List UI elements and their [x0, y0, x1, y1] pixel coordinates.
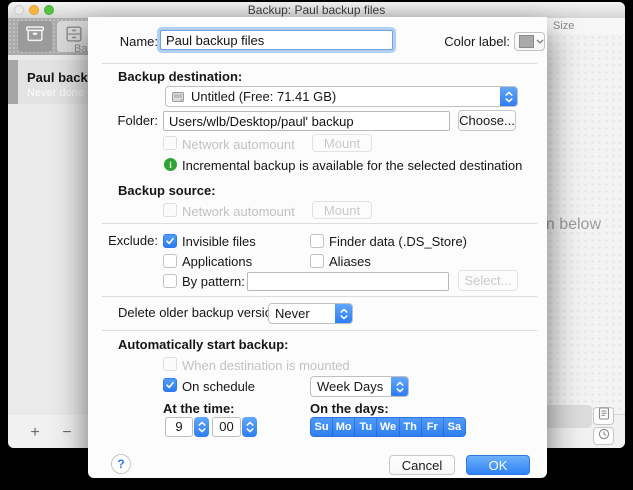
on-schedule-label: On schedule — [182, 379, 255, 394]
when-mounted-label: When destination is mounted — [182, 358, 350, 373]
backup-settings-dialog: Name: Color label: Backup destination: U… — [88, 17, 547, 478]
info-icon: i — [164, 158, 177, 171]
color-label-dropdown[interactable] — [514, 32, 545, 51]
updown-arrows-icon — [391, 377, 408, 396]
schedule-value: Week Days — [311, 379, 391, 394]
check-icon — [165, 380, 175, 390]
day-friday[interactable]: Fr — [422, 418, 444, 436]
days-label: On the days: — [310, 401, 389, 416]
exclude-invisible-label: Invisible files — [182, 234, 256, 249]
exclude-label: Exclude: — [88, 233, 158, 248]
name-label: Name: — [88, 34, 158, 49]
updown-arrows-icon — [335, 304, 352, 323]
destination-label: Backup destination: — [118, 69, 242, 84]
exclude-finder-data-label: Finder data (.DS_Store) — [329, 234, 467, 249]
incremental-info-text: Incremental backup is available for the … — [182, 158, 522, 173]
help-button[interactable]: ? — [111, 454, 131, 474]
backup-item-status: Never done — [27, 87, 92, 99]
check-icon — [165, 236, 175, 246]
network-automount-destination-label: Network automount — [182, 137, 295, 152]
mount-destination-button[interactable]: Mount — [312, 134, 372, 152]
select-pattern-button[interactable]: Select... — [458, 270, 518, 291]
delete-versions-select[interactable]: Never — [268, 303, 353, 324]
mount-source-button[interactable]: Mount — [312, 201, 372, 219]
network-automount-source-label: Network automount — [182, 204, 295, 219]
updown-arrows-icon — [500, 87, 517, 106]
remove-button[interactable]: − — [56, 424, 78, 442]
choose-button[interactable]: Choose... — [458, 110, 516, 131]
left-toolbar: Ba — [8, 18, 92, 55]
destination-value: Untitled (Free: 71.41 GB) — [185, 89, 500, 104]
backup-list-item[interactable]: Paul backup files Never done — [8, 60, 92, 104]
exclude-aliases-label: Aliases — [329, 254, 371, 269]
minute-field[interactable]: 00 — [212, 417, 241, 437]
exclude-by-pattern-label: By pattern: — [182, 274, 245, 289]
folder-input[interactable] — [163, 111, 450, 131]
when-mounted-checkbox[interactable] — [163, 357, 177, 371]
day-saturday[interactable]: Sa — [444, 418, 465, 436]
network-automount-source-checkbox[interactable] — [163, 203, 177, 217]
schedule-history-button[interactable] — [593, 427, 614, 445]
hour-field[interactable]: 9 — [165, 417, 193, 437]
backup-item-name: Paul backup files — [27, 70, 92, 85]
destination-select[interactable]: Untitled (Free: 71.41 GB) — [165, 86, 518, 107]
days-segmented-control: Su Mo Tu We Th Fr Sa — [310, 417, 466, 437]
day-thursday[interactable]: Th — [400, 418, 422, 436]
network-automount-destination-checkbox[interactable] — [163, 136, 177, 150]
day-tuesday[interactable]: Tu — [355, 418, 377, 436]
exclude-applications-label: Applications — [182, 254, 252, 269]
separator — [102, 223, 537, 224]
day-sunday[interactable]: Su — [311, 418, 333, 436]
auto-start-label: Automatically start backup: — [118, 337, 289, 352]
window-title: Backup: Paul backup files — [8, 3, 625, 17]
hour-stepper[interactable] — [194, 417, 209, 437]
ok-button[interactable]: OK — [466, 455, 530, 475]
exclude-finder-data-checkbox[interactable] — [310, 234, 324, 248]
tab-backups[interactable] — [18, 21, 52, 52]
delete-versions-value: Never — [269, 306, 335, 321]
archive-box-icon — [24, 23, 46, 50]
on-schedule-checkbox[interactable] — [163, 378, 177, 392]
disk-icon — [171, 90, 185, 104]
selection-accent — [8, 60, 18, 104]
delete-versions-label: Delete older backup versions: — [118, 305, 289, 320]
separator — [102, 330, 537, 331]
exclude-invisible-checkbox[interactable] — [163, 234, 177, 248]
add-button[interactable]: + — [24, 424, 46, 442]
color-label: Color label: — [418, 34, 510, 49]
pattern-input[interactable] — [247, 272, 449, 291]
separator — [102, 63, 537, 64]
day-wednesday[interactable]: We — [377, 418, 399, 436]
backup-list-sidebar: Paul backup files Never done — [8, 55, 92, 415]
exclude-aliases-checkbox[interactable] — [310, 254, 324, 268]
minute-stepper[interactable] — [242, 417, 257, 437]
folder-label: Folder: — [88, 113, 158, 128]
day-monday[interactable]: Mo — [333, 418, 355, 436]
document-icon — [598, 407, 610, 425]
name-input[interactable] — [160, 30, 393, 50]
exclude-applications-checkbox[interactable] — [163, 254, 177, 268]
toolbar-partial-label: Ba — [74, 43, 87, 55]
source-label: Backup source: — [118, 183, 216, 198]
log-button[interactable] — [593, 407, 614, 425]
color-swatch — [519, 35, 534, 48]
chevron-down-icon — [536, 39, 544, 44]
time-label: At the time: — [163, 401, 235, 416]
exclude-by-pattern-checkbox[interactable] — [163, 274, 177, 288]
cancel-button[interactable]: Cancel — [389, 455, 455, 475]
schedule-select[interactable]: Week Days — [310, 376, 409, 397]
clock-icon — [598, 427, 610, 445]
separator — [102, 296, 537, 297]
size-column-label: Size — [553, 20, 574, 32]
